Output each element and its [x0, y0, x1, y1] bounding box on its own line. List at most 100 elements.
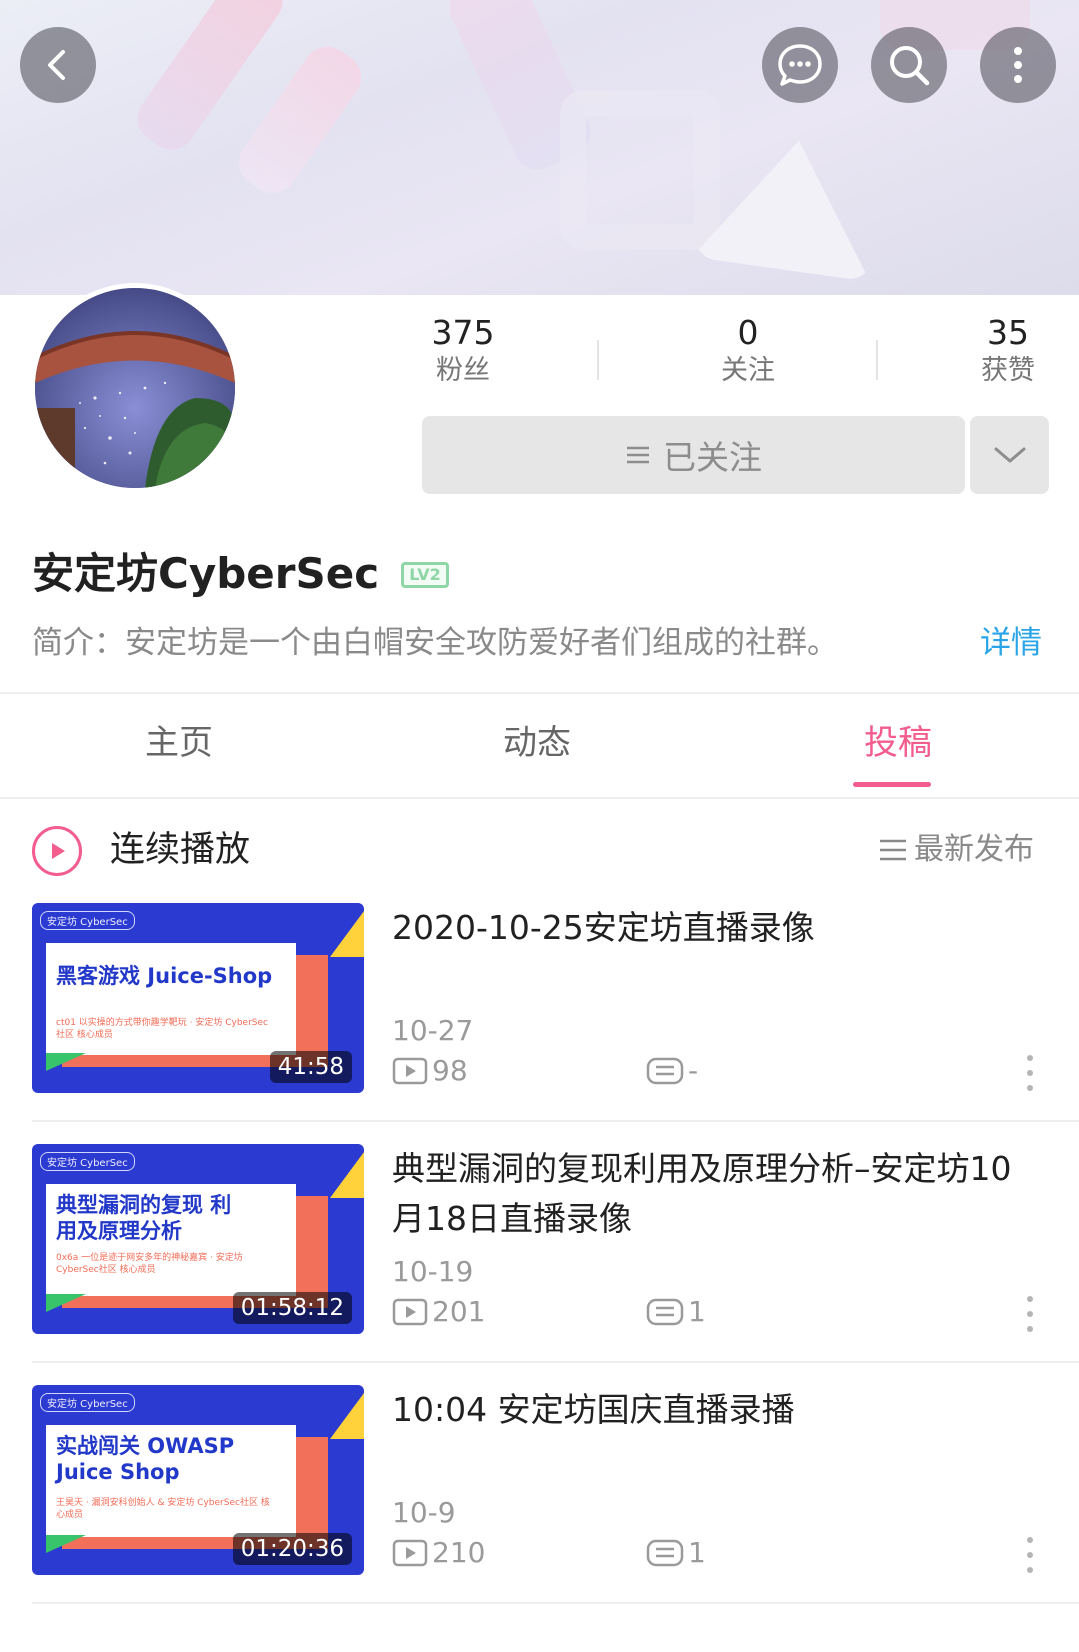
view-count: 201	[392, 1294, 646, 1330]
comment-count-value: -	[688, 1054, 699, 1087]
play-count-icon	[392, 1298, 428, 1326]
chat-bubble-icon	[778, 44, 822, 86]
thumb-subtitle: 王昊天 · 漏洞安科创始人 & 安定坊 CyberSec社区 核心成员	[56, 1498, 270, 1520]
video-more-button[interactable]	[1020, 1537, 1040, 1573]
comment-icon	[646, 1539, 684, 1567]
followed-button[interactable]: 已关注	[422, 416, 965, 494]
video-thumbnail[interactable]: 安定坊 CyberSec 典型漏洞的复现 利用及原理分析 0x6a 一位是迹于网…	[32, 1144, 364, 1334]
video-date: 10-27	[392, 1014, 474, 1047]
continuous-play-label[interactable]: 连续播放	[110, 825, 250, 875]
video-item[interactable]: 安定坊 CyberSec 实战闯关 OWASP Juice Shop 王昊天 ·…	[0, 1385, 1079, 1628]
thumb-decoration	[46, 1294, 86, 1312]
avatar[interactable]	[30, 283, 240, 493]
banner-decoration	[229, 37, 371, 203]
menu-lines-icon	[627, 446, 649, 464]
divider	[0, 692, 1079, 694]
comment-icon	[646, 1298, 684, 1326]
comment-count-value: 1	[688, 1295, 706, 1328]
video-title[interactable]: 典型漏洞的复现利用及原理分析–安定坊10月18日直播录像	[392, 1144, 1042, 1244]
bio-text: 简介：安定坊是一个由白帽安全攻防爱好者们组成的社群。	[32, 625, 838, 661]
video-item[interactable]: 安定坊 CyberSec 典型漏洞的复现 利用及原理分析 0x6a 一位是迹于网…	[0, 1144, 1079, 1387]
play-count-icon	[392, 1539, 428, 1567]
thumb-decoration	[330, 1152, 364, 1198]
video-meta: 201 1	[392, 1294, 706, 1330]
bio-detail-link[interactable]: 详情	[980, 621, 1042, 665]
divider	[0, 797, 1079, 799]
thumb-decoration	[330, 911, 364, 957]
username: 安定坊CyberSec	[32, 549, 380, 598]
divider	[32, 1361, 1079, 1363]
comment-count: 1	[646, 1294, 706, 1330]
view-count-value: 201	[432, 1295, 486, 1328]
comment-count: 1	[646, 1535, 706, 1571]
thumb-title: 黑客游戏 Juice-Shop	[56, 964, 273, 988]
view-count-value: 210	[432, 1536, 486, 1569]
comment-icon	[646, 1057, 684, 1085]
sort-label: 最新发布	[914, 832, 1034, 867]
video-more-button[interactable]	[1020, 1055, 1040, 1091]
continuous-play-button[interactable]	[32, 826, 82, 876]
thumb-subtitle: ct01 以实操的方式带你趣学靶玩 · 安定坊 CyberSec社区 核心成员	[56, 1018, 268, 1040]
divider	[32, 1602, 1079, 1604]
search-icon	[890, 46, 930, 86]
video-thumbnail[interactable]: 安定坊 CyberSec 黑客游戏 Juice-Shop ct01 以实操的方式…	[32, 903, 364, 1093]
video-title[interactable]: 2020-10-25安定坊直播录像	[392, 903, 1042, 953]
chevron-down-icon	[994, 447, 1025, 463]
fans-label: 粉丝	[436, 355, 490, 386]
following-count: 0	[737, 313, 759, 352]
stat-likes: 35 获赞	[958, 313, 1058, 389]
thumb-decoration	[46, 1053, 86, 1071]
stat-fans[interactable]: 375 粉丝	[393, 313, 533, 389]
play-icon	[52, 843, 65, 859]
avatar-image	[35, 288, 235, 488]
thumb-decoration	[46, 1535, 86, 1553]
back-button[interactable]	[20, 27, 96, 103]
following-label: 关注	[721, 355, 775, 386]
banner-decoration	[691, 128, 889, 282]
sort-icon	[880, 839, 906, 861]
follow-dropdown-button[interactable]	[970, 416, 1049, 494]
video-more-button[interactable]	[1020, 1296, 1040, 1332]
video-date: 10-19	[392, 1255, 474, 1288]
stat-following[interactable]: 0 关注	[678, 313, 818, 389]
video-item[interactable]: 安定坊 CyberSec 黑客游戏 Juice-Shop ct01 以实操的方式…	[0, 903, 1079, 1146]
tab-posts[interactable]: 投稿	[864, 718, 932, 768]
video-title[interactable]: 10:04 安定坊国庆直播录播	[392, 1385, 1042, 1435]
likes-label: 获赞	[981, 355, 1035, 386]
comment-count-value: 1	[688, 1536, 706, 1569]
video-duration: 01:20:36	[232, 1533, 352, 1565]
video-duration: 01:58:12	[232, 1292, 352, 1324]
tab-dynamic[interactable]: 动态	[503, 718, 571, 768]
video-meta: 98 -	[392, 1053, 698, 1089]
followed-label: 已关注	[663, 438, 762, 477]
chevron-left-icon	[48, 50, 65, 80]
divider	[32, 1120, 1079, 1122]
likes-count: 35	[987, 313, 1029, 352]
more-vertical-icon	[1014, 47, 1022, 83]
stat-divider	[597, 340, 599, 380]
thumb-tag: 安定坊 CyberSec	[40, 911, 135, 930]
thumb-tag: 安定坊 CyberSec	[40, 1152, 135, 1171]
view-count-value: 98	[432, 1054, 468, 1087]
view-count: 210	[392, 1535, 646, 1571]
view-count: 98	[392, 1053, 646, 1089]
chat-button[interactable]	[762, 27, 838, 103]
sort-button[interactable]: 最新发布	[878, 828, 1034, 872]
video-date: 10-9	[392, 1496, 456, 1529]
search-button[interactable]	[871, 27, 947, 103]
stat-divider	[876, 340, 878, 380]
play-count-icon	[392, 1057, 428, 1085]
video-thumbnail[interactable]: 安定坊 CyberSec 实战闯关 OWASP Juice Shop 王昊天 ·…	[32, 1385, 364, 1575]
comment-count: -	[646, 1053, 698, 1089]
thumb-title: 实战闯关 OWASP Juice Shop	[56, 1434, 235, 1484]
video-meta: 210 1	[392, 1535, 706, 1571]
fans-count: 375	[431, 313, 495, 352]
thumb-subtitle: 0x6a 一位是迹于网安多年的神秘嘉宾 · 安定坊 CyberSec社区 核心成…	[56, 1253, 243, 1275]
active-tab-indicator	[853, 782, 931, 787]
level-badge: LV2	[401, 562, 449, 588]
more-options-button[interactable]	[980, 27, 1056, 103]
thumb-title: 典型漏洞的复现 利用及原理分析	[56, 1193, 232, 1243]
thumb-tag: 安定坊 CyberSec	[40, 1393, 135, 1412]
thumb-decoration	[330, 1393, 364, 1439]
tab-home[interactable]: 主页	[145, 718, 213, 768]
